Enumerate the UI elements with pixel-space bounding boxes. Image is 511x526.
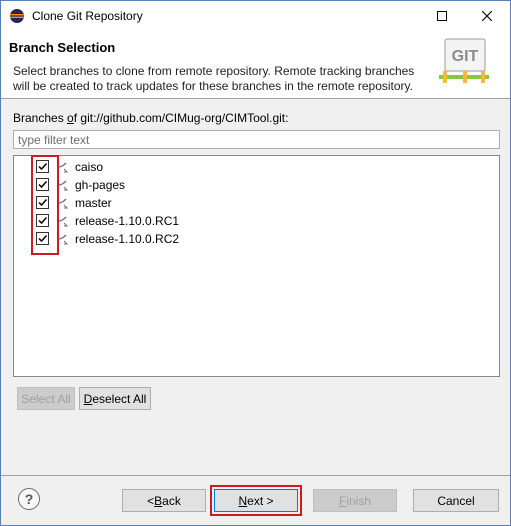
branch-label: master [75, 196, 112, 210]
checkbox-highlight-box [31, 155, 59, 255]
cancel-button[interactable]: Cancel [413, 489, 499, 512]
list-item[interactable]: release-1.10.0.RC1 [14, 212, 499, 230]
branch-label: release-1.10.0.RC2 [75, 232, 180, 246]
list-item[interactable]: caiso [14, 158, 499, 176]
select-all-button[interactable]: Select All [17, 387, 75, 410]
branch-list[interactable]: caiso gh-pages master release-1.10.0.RC1… [13, 155, 500, 377]
page-title: Branch Selection [9, 40, 116, 55]
list-item[interactable]: release-1.10.0.RC2 [14, 230, 499, 248]
deselect-all-button[interactable]: Deselect All [79, 387, 151, 410]
svg-text:GIT: GIT [452, 48, 479, 65]
list-item[interactable]: master [14, 194, 499, 212]
clone-git-dialog: Clone Git Repository Branch Selection Se… [0, 0, 511, 526]
close-icon [482, 11, 492, 21]
window-title: Clone Git Repository [32, 9, 143, 23]
wizard-banner: Branch Selection Select branches to clon… [1, 31, 510, 99]
title-bar: Clone Git Repository [1, 1, 510, 31]
page-description: Select branches to clone from remote rep… [13, 64, 415, 93]
branch-label: release-1.10.0.RC1 [75, 214, 180, 228]
back-button[interactable]: < Back [122, 489, 206, 512]
next-highlight-box [210, 485, 302, 516]
finish-button[interactable]: Finish [313, 489, 397, 512]
help-button[interactable]: ? [18, 488, 40, 510]
maximize-button[interactable] [419, 1, 465, 31]
branches-label: Branches of git://github.com/CIMug-org/C… [13, 111, 289, 125]
filter-input[interactable] [13, 130, 500, 149]
branch-label: gh-pages [75, 178, 126, 192]
eclipse-icon [10, 9, 24, 23]
footer-separator [1, 475, 510, 476]
git-logo-icon: GIT [439, 38, 489, 83]
maximize-icon [437, 11, 447, 21]
close-button[interactable] [464, 1, 510, 31]
branch-label: caiso [75, 160, 104, 174]
list-item[interactable]: gh-pages [14, 176, 499, 194]
